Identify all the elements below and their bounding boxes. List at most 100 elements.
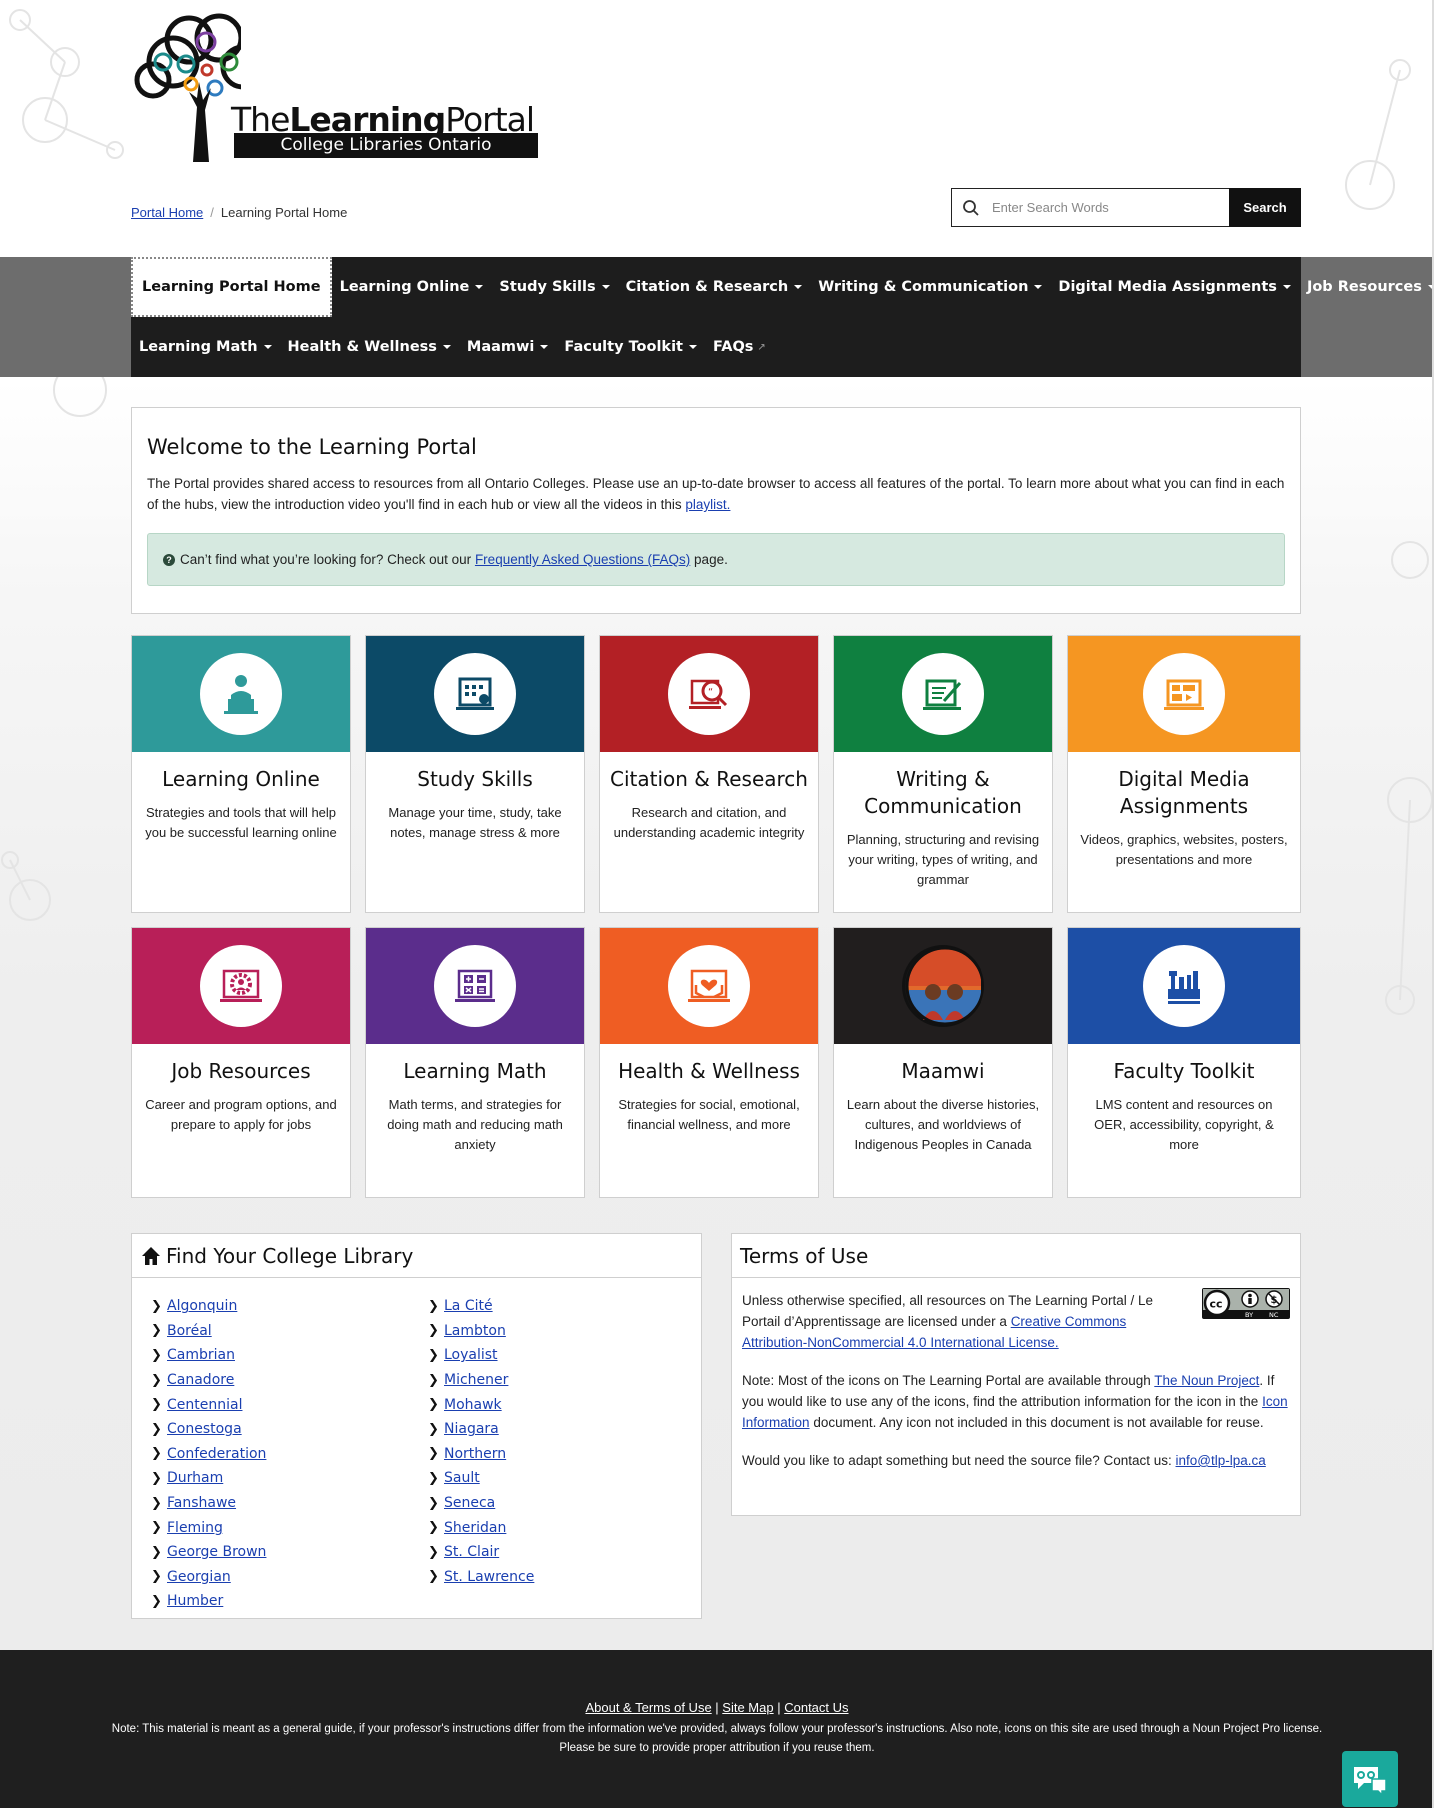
college-item[interactable]: ❯ Sheridan xyxy=(428,1515,534,1540)
heart-hands-icon xyxy=(688,969,730,1002)
chat-widget-button[interactable] xyxy=(1342,1751,1398,1807)
college-item[interactable]: ❯ Niagara xyxy=(428,1417,534,1442)
playlist-link[interactable]: playlist. xyxy=(685,497,730,512)
writing-laptop-icon xyxy=(923,679,962,710)
college-item[interactable]: ❯ Humber xyxy=(151,1589,266,1614)
college-item[interactable]: ❯ Canadore xyxy=(151,1368,266,1393)
nav-health-wellness[interactable]: Health & Wellness xyxy=(280,317,459,377)
contact-email-link[interactable]: info@tlp-lpa.ca xyxy=(1176,1453,1266,1468)
chevron-right-icon: ❯ xyxy=(428,1520,439,1536)
footer-note: Note: This material is meant as a genera… xyxy=(111,1723,1323,1754)
hub-card-health-wellness[interactable]: Health & Wellness Strategies for social,… xyxy=(599,927,819,1198)
calculator-laptop-icon xyxy=(455,969,495,1002)
college-item[interactable]: ❯ Boréal xyxy=(151,1319,266,1344)
college-item[interactable]: ❯ St. Lawrence xyxy=(428,1565,534,1590)
site-logo[interactable]: TheLearningPortal College Libraries Onta… xyxy=(131,12,541,162)
college-library-panel: Find Your College Library ❯ Algonquin ❯ Bo… xyxy=(131,1233,702,1619)
college-item[interactable]: ❯ George Brown xyxy=(151,1540,266,1565)
caret-down-icon xyxy=(263,345,272,349)
nav-writing-communication[interactable]: Writing & Communication xyxy=(810,257,1050,317)
college-item[interactable]: ❯ St. Clair xyxy=(428,1540,534,1565)
hub-desc: Manage your time, study, take notes, man… xyxy=(388,805,562,840)
hub-card-learning-online[interactable]: Learning Online Strategies and tools tha… xyxy=(131,635,351,913)
college-item[interactable]: ❯ Confederation xyxy=(151,1442,266,1467)
cc-license-badge[interactable]: cc $ BY NC xyxy=(1202,1288,1290,1319)
college-item[interactable]: ❯ Durham xyxy=(151,1466,266,1491)
nav-row-1: Learning Portal Home Learning Online Stu… xyxy=(131,257,1434,317)
footer-sitemap-link[interactable]: Site Map xyxy=(722,1700,773,1715)
college-item[interactable]: ❯ Loyalist xyxy=(428,1343,534,1368)
chevron-right-icon: ❯ xyxy=(428,1347,439,1363)
hub-card-study-skills[interactable]: Study Skills Manage your time, study, ta… xyxy=(365,635,585,913)
tree-logo-icon xyxy=(134,13,241,162)
hub-card-digital-media[interactable]: Digital Media Assignments Videos, graphi… xyxy=(1067,635,1301,913)
nav-job-resources[interactable]: Job Resources xyxy=(1299,257,1434,317)
hub-title: Citation & Research xyxy=(610,767,808,791)
chevron-right-icon: ❯ xyxy=(151,1397,162,1413)
chevron-right-icon: ❯ xyxy=(151,1495,162,1511)
svg-text:BY: BY xyxy=(1245,1311,1253,1319)
hub-desc: Strategies for social, emotional, financ… xyxy=(618,1097,800,1132)
nav-study-skills[interactable]: Study Skills xyxy=(491,257,617,317)
college-item[interactable]: ❯ Fleming xyxy=(151,1515,266,1540)
panel-heading: Find Your College Library xyxy=(132,1234,701,1278)
license-paragraph: Unless otherwise specified, all resource… xyxy=(742,1293,1153,1350)
college-item[interactable]: ❯ La Cité xyxy=(428,1294,534,1319)
college-item[interactable]: ❯ Lambton xyxy=(428,1319,534,1344)
gear-person-icon xyxy=(220,969,262,1002)
hub-card-learning-math[interactable]: Learning Math Math terms, and strategies… xyxy=(365,927,585,1198)
nav-citation-research[interactable]: Citation & Research xyxy=(618,257,811,317)
caret-down-icon xyxy=(1034,285,1043,289)
hub-title: Digital Media Assignments xyxy=(1118,767,1250,818)
chevron-right-icon: ❯ xyxy=(151,1323,162,1339)
hub-card-writing-communication[interactable]: Writing & Communication Planning, struct… xyxy=(833,635,1053,913)
hub-card-citation-research[interactable]: “ Citation & Research Research and citat… xyxy=(599,635,819,913)
search-input[interactable] xyxy=(990,199,1190,216)
hub-header xyxy=(834,636,1052,752)
nav-row-2: Learning Math Health & Wellness Maamwi F… xyxy=(131,317,774,377)
svg-text:“: “ xyxy=(708,687,713,698)
nav-faqs[interactable]: FAQs ↗ xyxy=(705,317,774,377)
nav-learning-portal-home[interactable]: Learning Portal Home xyxy=(131,257,332,317)
college-item[interactable]: ❯ Fanshawe xyxy=(151,1491,266,1516)
hub-header xyxy=(600,928,818,1044)
creative-commons-icon: cc $ BY NC xyxy=(1203,1289,1289,1319)
hub-card-maamwi[interactable]: Maamwi Learn about the diverse histories… xyxy=(833,927,1053,1198)
nav-learning-math[interactable]: Learning Math xyxy=(131,317,280,377)
breadcrumb-home-link[interactable]: Portal Home xyxy=(131,205,203,220)
hub-card-job-resources[interactable]: Job Resources Career and program options… xyxy=(131,927,351,1198)
chevron-right-icon: ❯ xyxy=(151,1372,162,1388)
chevron-right-icon: ❯ xyxy=(151,1421,162,1437)
noun-project-link[interactable]: The Noun Project xyxy=(1154,1373,1259,1388)
college-item[interactable]: ❯ Sault xyxy=(428,1466,534,1491)
hub-desc: Research and citation, and understanding… xyxy=(613,805,805,840)
college-item[interactable]: ❯ Michener xyxy=(428,1368,534,1393)
college-item[interactable]: ❯ Mohawk xyxy=(428,1392,534,1417)
college-item[interactable]: ❯ Centennial xyxy=(151,1392,266,1417)
nav-digital-media[interactable]: Digital Media Assignments xyxy=(1050,257,1299,317)
hub-header xyxy=(834,928,1052,1044)
chevron-right-icon: ❯ xyxy=(151,1520,162,1536)
breadcrumb-current: Learning Portal Home xyxy=(220,205,348,220)
welcome-text: The Portal provides shared access to res… xyxy=(147,476,1285,512)
footer-contact-link[interactable]: Contact Us xyxy=(784,1700,848,1715)
college-item[interactable]: ❯ Cambrian xyxy=(151,1343,266,1368)
college-item[interactable]: ❯ Northern xyxy=(428,1442,534,1467)
caret-down-icon xyxy=(794,285,803,289)
college-item[interactable]: ❯ Algonquin xyxy=(151,1294,266,1319)
toolbox-icon xyxy=(1168,971,1200,1004)
chevron-right-icon: ❯ xyxy=(151,1544,162,1560)
chevron-right-icon: ❯ xyxy=(428,1323,439,1339)
college-item[interactable]: ❯ Conestoga xyxy=(151,1417,266,1442)
search-button[interactable]: Search xyxy=(1229,188,1301,227)
hub-desc: Math terms, and strategies for doing mat… xyxy=(387,1097,563,1152)
nav-learning-online[interactable]: Learning Online xyxy=(332,257,492,317)
nav-maamwi[interactable]: Maamwi xyxy=(459,317,556,377)
footer-about-link[interactable]: About & Terms of Use xyxy=(585,1700,711,1715)
faq-link[interactable]: Frequently Asked Questions (FAQs) xyxy=(475,552,690,567)
hub-desc: LMS content and resources on OER, access… xyxy=(1094,1097,1274,1152)
college-item[interactable]: ❯ Georgian xyxy=(151,1565,266,1590)
hub-card-faculty-toolkit[interactable]: Faculty Toolkit LMS content and resource… xyxy=(1067,927,1301,1198)
nav-faculty-toolkit[interactable]: Faculty Toolkit xyxy=(556,317,705,377)
college-item[interactable]: ❯ Seneca xyxy=(428,1491,534,1516)
